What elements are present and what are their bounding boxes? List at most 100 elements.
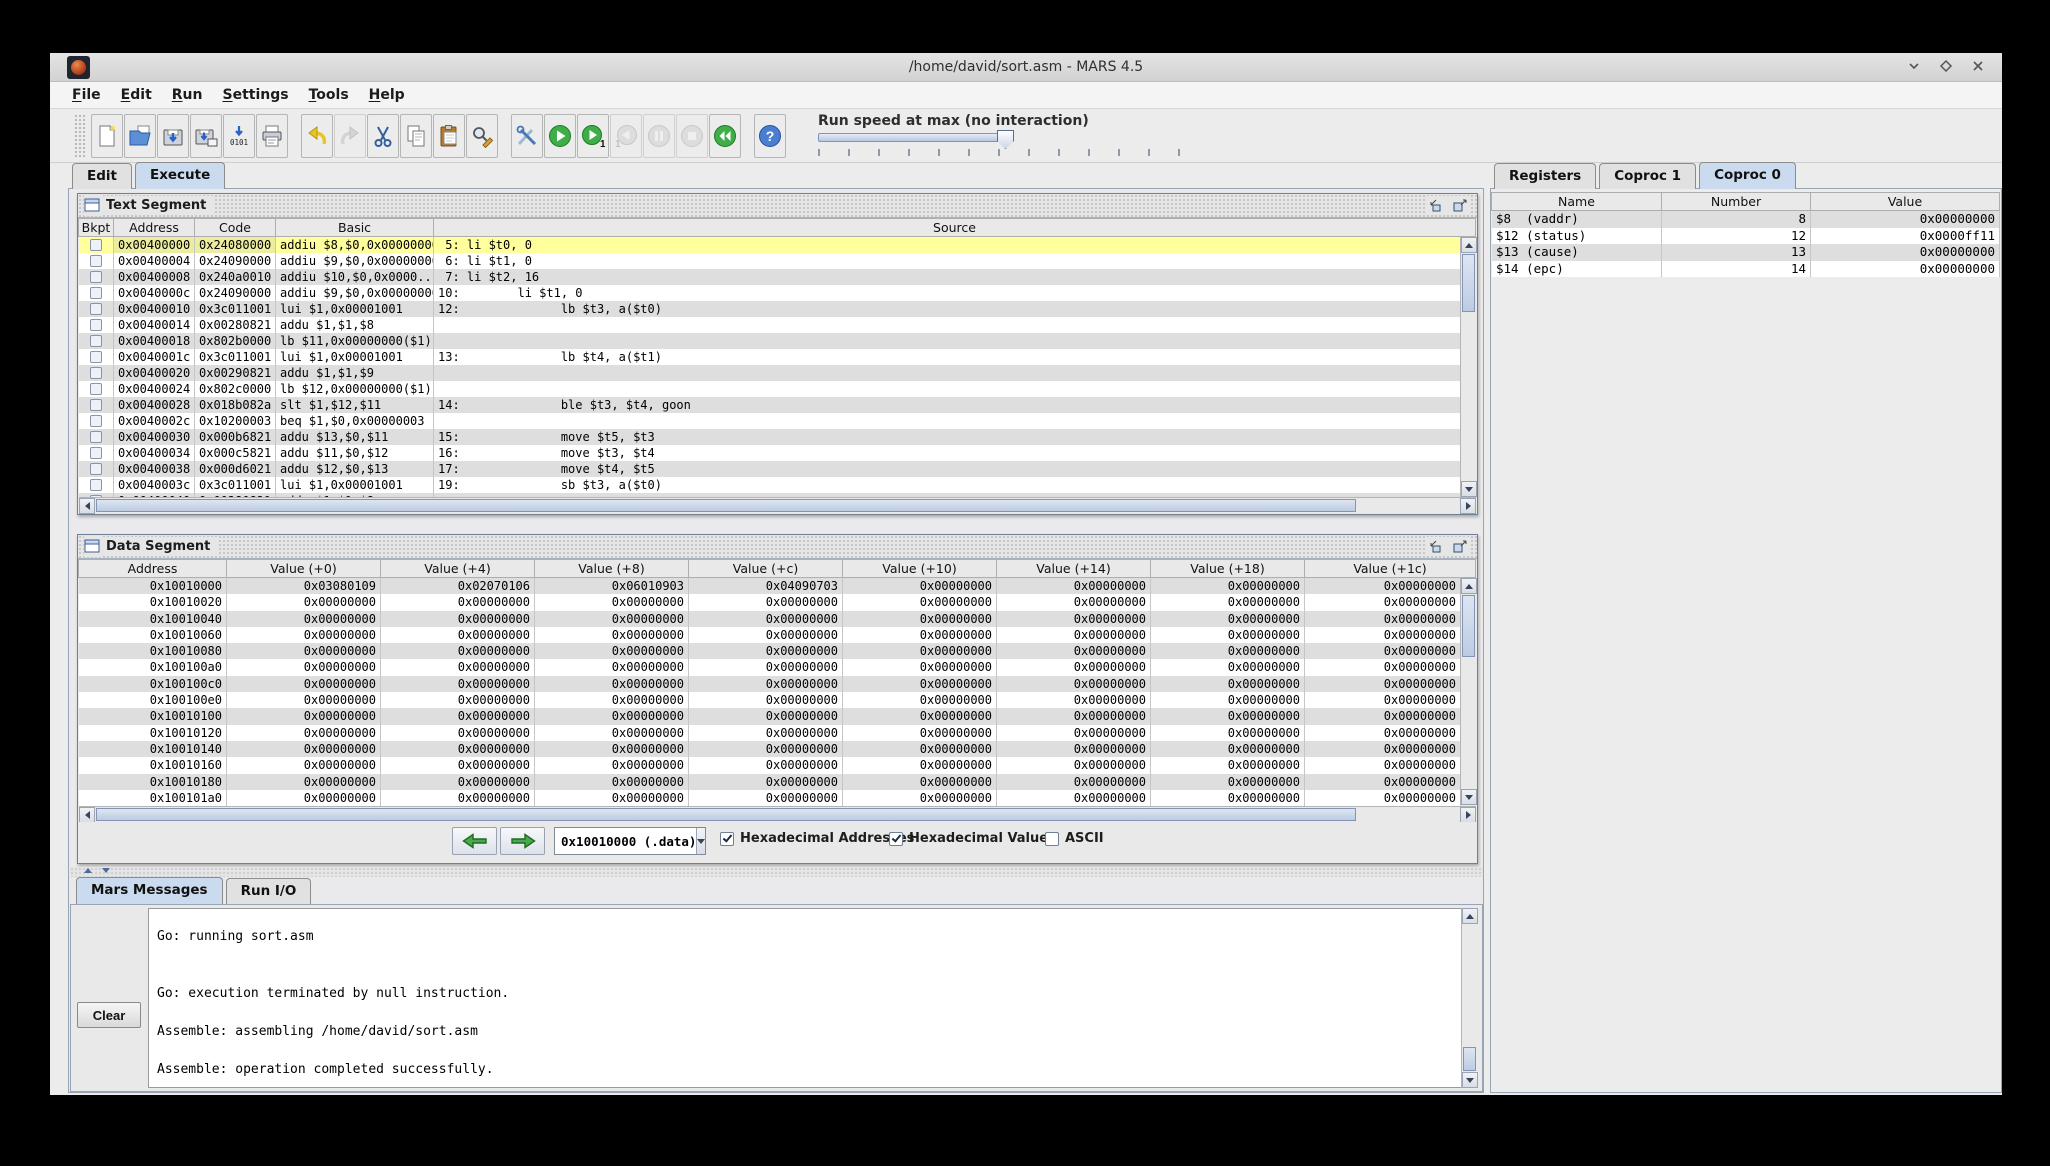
dump-memory-button[interactable]: 0101 (223, 114, 255, 158)
memory-value-cell[interactable]: 0x00000000 (997, 611, 1151, 627)
breakpoint-checkbox[interactable] (90, 255, 102, 267)
memory-value-cell[interactable]: 0x00000000 (535, 725, 689, 741)
copy-button[interactable] (400, 114, 432, 158)
register-value-cell[interactable]: 0x0000ff11 (1811, 228, 2000, 245)
memory-value-cell[interactable]: 0x00000000 (843, 627, 997, 643)
breakpoint-checkbox[interactable] (90, 367, 102, 379)
backstep-button[interactable]: 1 (610, 114, 642, 158)
menu-run[interactable]: Run (162, 84, 213, 106)
memory-value-cell[interactable]: 0x00000000 (1305, 643, 1461, 659)
data-segment-vscrollbar[interactable] (1460, 578, 1476, 805)
memory-value-cell[interactable]: 0x00000000 (843, 611, 997, 627)
minimize-icon[interactable] (1906, 58, 1922, 74)
memory-value-cell[interactable]: 0x00000000 (843, 594, 997, 610)
tab-execute[interactable]: Execute (135, 162, 225, 189)
memory-value-cell[interactable]: 0x00000000 (689, 643, 843, 659)
clear-button[interactable]: Clear (77, 1002, 141, 1028)
open-button[interactable] (124, 114, 156, 158)
memory-value-cell[interactable]: 0x00000000 (227, 692, 381, 708)
breakpoint-checkbox[interactable] (90, 303, 102, 315)
memory-value-cell[interactable]: 0x00000000 (381, 659, 535, 675)
memory-value-cell[interactable]: 0x00000000 (381, 611, 535, 627)
text-segment-hscrollbar[interactable] (79, 497, 1476, 513)
scroll-left-icon[interactable] (79, 498, 95, 514)
memory-value-cell[interactable]: 0x00000000 (689, 725, 843, 741)
scroll-up-icon[interactable] (1461, 578, 1477, 594)
register-value-cell[interactable]: 0x00000000 (1811, 244, 2000, 261)
memory-value-cell[interactable]: 0x00000000 (997, 659, 1151, 675)
memory-value-cell[interactable]: 0x00000000 (535, 676, 689, 692)
scroll-up-icon[interactable] (1462, 908, 1478, 924)
memory-value-cell[interactable]: 0x00000000 (227, 725, 381, 741)
memory-value-cell[interactable]: 0x00000000 (227, 757, 381, 773)
register-value-cell[interactable]: 0x00000000 (1811, 211, 2000, 228)
breakpoint-checkbox[interactable] (90, 239, 102, 251)
stop-button[interactable] (676, 114, 708, 158)
memory-value-cell[interactable]: 0x06010903 (535, 578, 689, 594)
pause-button[interactable] (643, 114, 675, 158)
ascii-checkbox[interactable] (1045, 832, 1059, 846)
hex-values-checkbox[interactable] (889, 832, 903, 846)
scrollbar-thumb[interactable] (1463, 1047, 1476, 1071)
memory-value-cell[interactable]: 0x00000000 (843, 741, 997, 757)
scrollbar-thumb[interactable] (96, 499, 1356, 512)
scroll-right-icon[interactable] (1460, 807, 1476, 823)
memory-value-cell[interactable]: 0x00000000 (227, 708, 381, 724)
find-replace-button[interactable] (466, 114, 498, 158)
print-button[interactable] (256, 114, 288, 158)
memory-value-cell[interactable]: 0x00000000 (227, 659, 381, 675)
memory-value-cell[interactable]: 0x00000000 (1305, 611, 1461, 627)
memory-value-cell[interactable]: 0x04090703 (689, 578, 843, 594)
memory-value-cell[interactable]: 0x00000000 (843, 708, 997, 724)
menu-settings[interactable]: Settings (212, 84, 298, 106)
menu-tools[interactable]: Tools (299, 84, 359, 106)
memory-value-cell[interactable]: 0x00000000 (381, 757, 535, 773)
memory-value-cell[interactable]: 0x00000000 (1305, 659, 1461, 675)
breakpoint-checkbox[interactable] (90, 319, 102, 331)
breakpoint-checkbox[interactable] (90, 271, 102, 283)
memory-value-cell[interactable]: 0x00000000 (689, 774, 843, 790)
breakpoint-checkbox[interactable] (90, 415, 102, 427)
memory-value-cell[interactable]: 0x00000000 (227, 676, 381, 692)
help-button[interactable]: ? (754, 114, 786, 158)
memory-value-cell[interactable]: 0x00000000 (1305, 725, 1461, 741)
maximize-frame-icon[interactable] (1452, 539, 1469, 554)
memory-value-cell[interactable]: 0x00000000 (1305, 578, 1461, 594)
collapse-up-icon[interactable] (84, 868, 92, 873)
memory-value-cell[interactable]: 0x00000000 (843, 676, 997, 692)
memory-value-cell[interactable]: 0x00000000 (997, 741, 1151, 757)
scrollbar-thumb[interactable] (1462, 595, 1475, 657)
cut-button[interactable] (367, 114, 399, 158)
breakpoint-checkbox[interactable] (90, 399, 102, 411)
messages-vscrollbar[interactable] (1461, 908, 1477, 1088)
memory-value-cell[interactable]: 0x00000000 (1305, 594, 1461, 610)
memory-value-cell[interactable]: 0x00000000 (1151, 594, 1305, 610)
tab-registers[interactable]: Registers (1494, 163, 1596, 189)
memory-value-cell[interactable]: 0x00000000 (689, 757, 843, 773)
memory-value-cell[interactable]: 0x00000000 (1305, 790, 1461, 806)
memory-value-cell[interactable]: 0x00000000 (689, 659, 843, 675)
memory-value-cell[interactable]: 0x03080109 (227, 578, 381, 594)
reset-button[interactable] (709, 114, 741, 158)
memory-value-cell[interactable]: 0x00000000 (535, 659, 689, 675)
memory-value-cell[interactable]: 0x00000000 (227, 594, 381, 610)
register-value-cell[interactable]: 0x00000000 (1811, 261, 2000, 278)
scroll-down-icon[interactable] (1461, 481, 1477, 497)
scroll-left-icon[interactable] (79, 807, 95, 823)
memory-value-cell[interactable]: 0x00000000 (1151, 643, 1305, 659)
maximize-frame-icon[interactable] (1452, 198, 1469, 213)
memory-value-cell[interactable]: 0x00000000 (535, 594, 689, 610)
memory-value-cell[interactable]: 0x00000000 (1151, 774, 1305, 790)
save-button[interactable] (157, 114, 189, 158)
messages-text[interactable]: Go: running sort.asm Go: execution termi… (148, 908, 1462, 1088)
memory-value-cell[interactable]: 0x00000000 (689, 741, 843, 757)
paste-button[interactable] (433, 114, 465, 158)
memory-value-cell[interactable]: 0x00000000 (1305, 757, 1461, 773)
breakpoint-checkbox[interactable] (90, 383, 102, 395)
memory-value-cell[interactable]: 0x00000000 (535, 774, 689, 790)
memory-value-cell[interactable]: 0x00000000 (1305, 774, 1461, 790)
memory-value-cell[interactable]: 0x00000000 (381, 774, 535, 790)
memory-value-cell[interactable]: 0x00000000 (381, 676, 535, 692)
scroll-down-icon[interactable] (1461, 789, 1477, 805)
memory-value-cell[interactable]: 0x00000000 (535, 741, 689, 757)
